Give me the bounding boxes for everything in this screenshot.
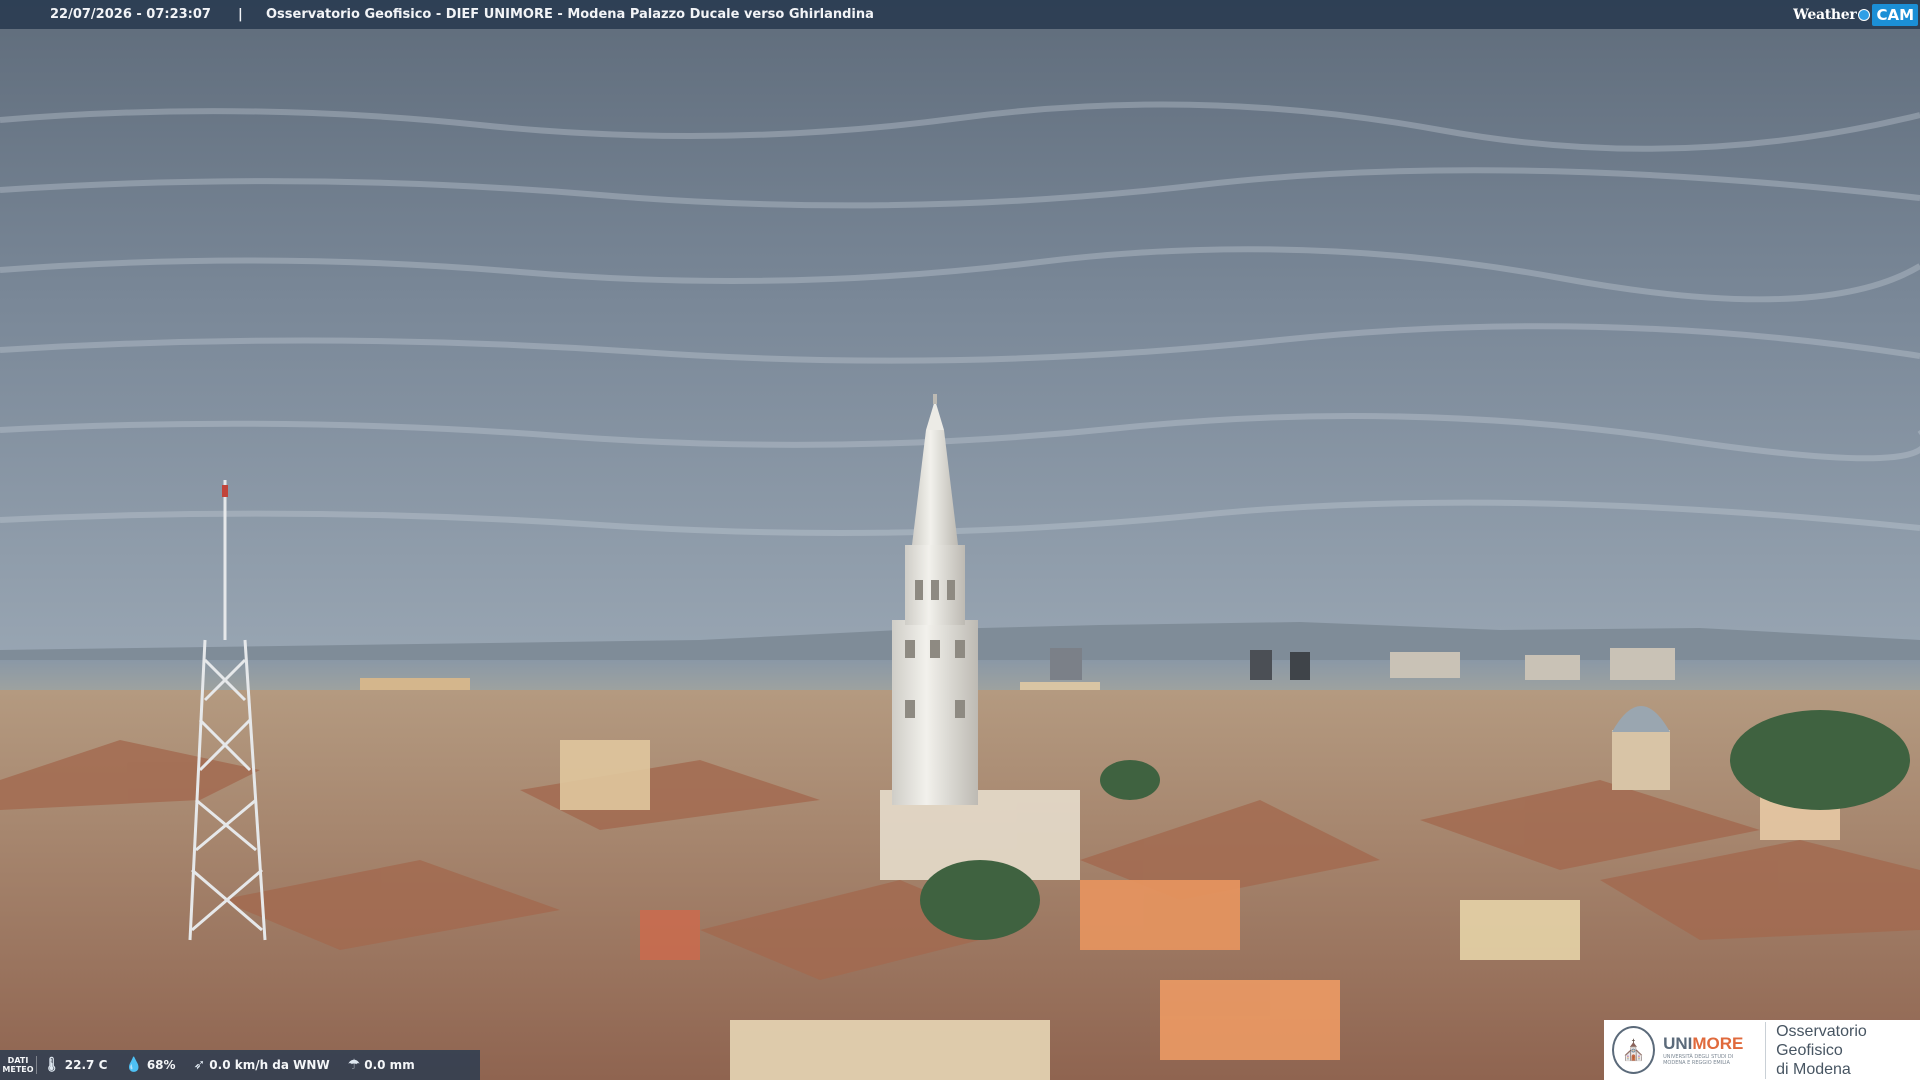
humidity-drop-icon: 💧 — [125, 1057, 143, 1073]
rain-value: 0.0 mm — [364, 1058, 415, 1072]
wind-icon: ➶ — [193, 1057, 206, 1073]
thermometer-icon: 🌡 — [43, 1057, 61, 1073]
university-seal-icon: ⛪ — [1612, 1026, 1656, 1074]
weather-label: Weather — [1793, 6, 1857, 23]
brand-dot-icon — [1858, 8, 1871, 21]
timestamp: 22/07/2026 - 07:23:07 — [50, 7, 211, 22]
webcam-image — [0, 0, 1920, 1080]
meteo-label: DATI METEO — [0, 1056, 37, 1074]
unimore-logo-panel: ⛪ UNIMORE UNIVERSITÀ DEGLI STUDI DI MODE… — [1604, 1020, 1920, 1080]
humidity-value: 68% — [146, 1058, 176, 1072]
wind-value: 0.0 km/h da WNW — [209, 1058, 330, 1072]
observatory-name: Osservatorio Geofisico di Modena — [1765, 1021, 1920, 1079]
temperature-value: 22.7 C — [64, 1058, 108, 1072]
weather-data-bar: DATI METEO 🌡 22.7 C 💧 68% ➶ 0.0 km/h da … — [0, 1050, 480, 1080]
top-info-bar: 22/07/2026 - 07:23:07 | Osservatorio Geo… — [0, 0, 1920, 29]
unimore-name-accent: MORE — [1692, 1034, 1744, 1053]
camera-title: Osservatorio Geofisico - DIEF UNIMORE - … — [266, 7, 874, 22]
rain-reading: ☂ 0.0 mm — [348, 1057, 415, 1073]
rain-gauge-icon: ☂ — [347, 1057, 361, 1073]
temperature-reading: 🌡 22.7 C — [43, 1057, 107, 1073]
weathercam-logo: Weather CAM — [1793, 0, 1920, 29]
wind-reading: ➶ 0.0 km/h da WNW — [194, 1057, 330, 1073]
header-separator: | — [238, 7, 243, 22]
observatory-line-1: Osservatorio Geofisico — [1776, 1022, 1867, 1059]
observatory-line-2: di Modena — [1776, 1060, 1851, 1078]
unimore-name: UNIMORE — [1663, 1034, 1755, 1054]
unimore-subtitle: UNIVERSITÀ DEGLI STUDI DI MODENA E REGGI… — [1663, 1054, 1734, 1066]
unimore-wordmark: UNIMORE UNIVERSITÀ DEGLI STUDI DI MODENA… — [1663, 1034, 1755, 1066]
unimore-name-plain: UNI — [1663, 1034, 1693, 1053]
cam-label: CAM — [1872, 3, 1918, 26]
humidity-reading: 💧 68% — [125, 1057, 175, 1073]
